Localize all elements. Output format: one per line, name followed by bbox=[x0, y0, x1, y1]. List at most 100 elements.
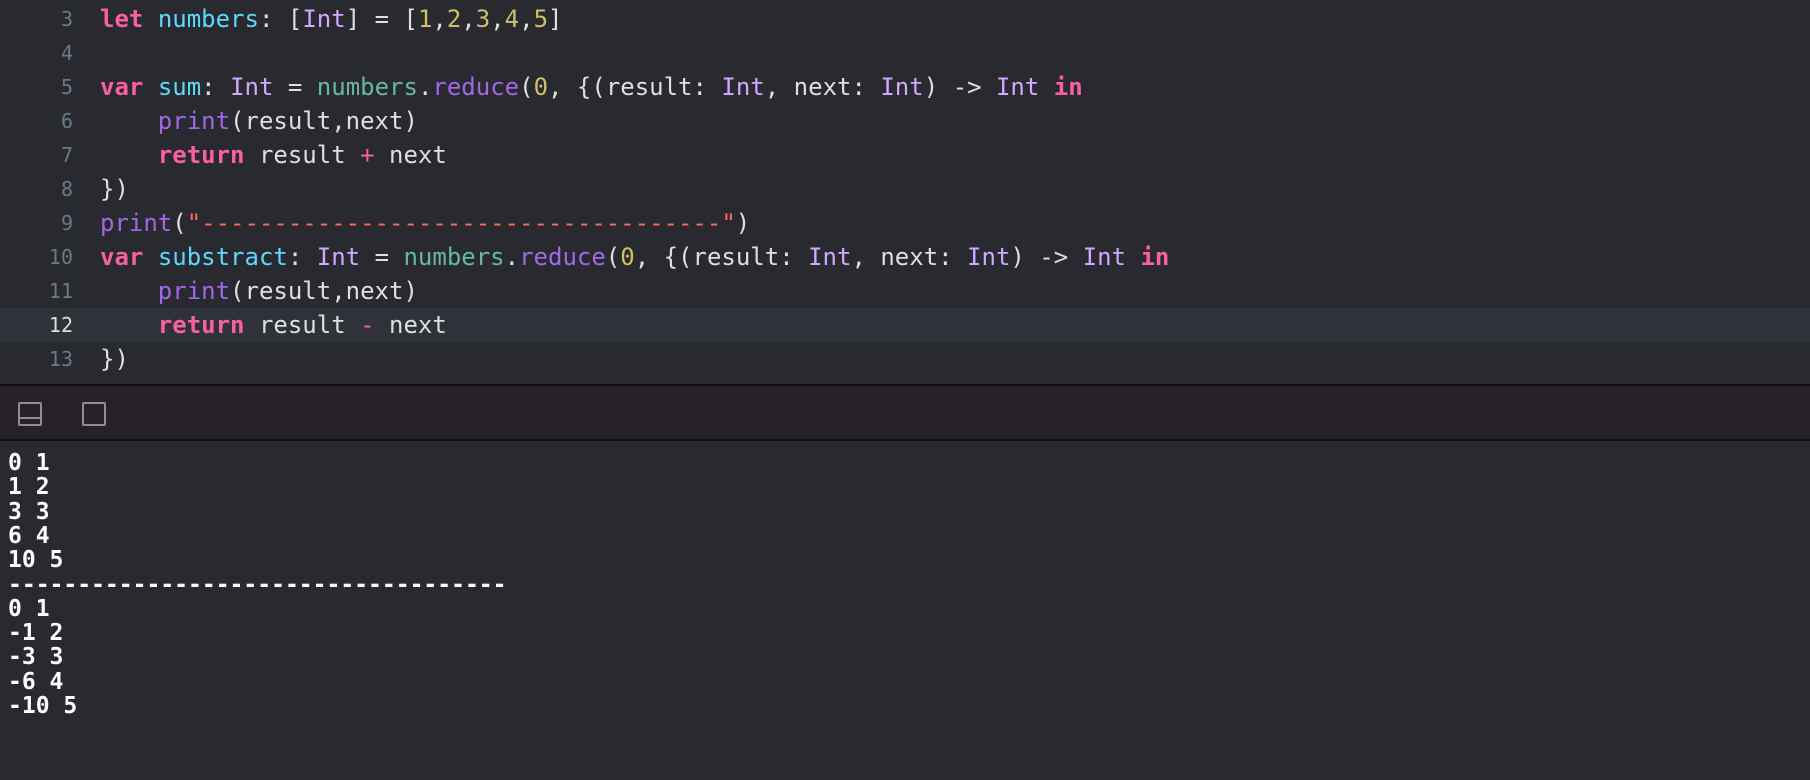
code-line[interactable]: 9 print("--------------------------------… bbox=[0, 206, 1810, 240]
code-token: "------------------------------------" bbox=[186, 209, 736, 237]
code-line[interactable]: 6 print(result,next) bbox=[0, 104, 1810, 138]
code-token: 0 bbox=[533, 73, 549, 101]
code-token: , next: bbox=[764, 73, 881, 101]
code-token: var bbox=[100, 73, 144, 101]
code-token: print bbox=[157, 277, 231, 305]
code-token: Int bbox=[808, 243, 852, 271]
line-number: 4 bbox=[60, 41, 73, 65]
code-text: let numbers: [Int] = [1,2,3,4,5] bbox=[100, 2, 562, 36]
code-token: return bbox=[157, 311, 245, 339]
debug-console-output[interactable]: 0 11 23 36 4 10 5 ------------------------… bbox=[0, 441, 1810, 780]
code-token: Int bbox=[721, 73, 765, 101]
line-number: 8 bbox=[60, 177, 73, 201]
code-line[interactable]: 4 bbox=[0, 36, 1810, 70]
code-token: 1 bbox=[417, 5, 433, 33]
code-token: = bbox=[360, 243, 404, 271]
code-text: }) bbox=[100, 342, 129, 376]
code-token: substract bbox=[157, 243, 288, 271]
code-token: 0 bbox=[620, 243, 635, 271]
code-token: (result,next) bbox=[230, 107, 418, 135]
code-token: Int bbox=[995, 73, 1040, 101]
line-number: 5 bbox=[60, 75, 73, 99]
console-line: ------------------------------------ bbox=[8, 571, 507, 598]
code-editor[interactable]: 3 let numbers: [Int] = [1,2,3,4,5] 4 5 var s… bbox=[0, 0, 1810, 384]
code-token: Int bbox=[316, 243, 361, 271]
line-number: 10 bbox=[48, 245, 73, 269]
code-line[interactable]: 10 var substract: Int = numbers.reduce(0,… bbox=[0, 240, 1810, 274]
line-number: 12 bbox=[48, 313, 73, 337]
code-token: , bbox=[461, 5, 476, 33]
code-token: print bbox=[157, 107, 231, 135]
code-line[interactable]: 11 print(result,next) bbox=[0, 274, 1810, 308]
code-token: ] bbox=[548, 5, 563, 33]
code-line[interactable]: 7 return result + next bbox=[0, 138, 1810, 172]
code-text: print("---------------------------------… bbox=[100, 206, 750, 240]
line-number: 9 bbox=[60, 211, 73, 235]
code-token: reduce bbox=[519, 243, 606, 271]
code-token: Int bbox=[230, 73, 274, 101]
line-number: 3 bbox=[60, 7, 73, 31]
code-token: , bbox=[432, 5, 447, 33]
code-token: . bbox=[504, 243, 520, 271]
code-token: : bbox=[201, 73, 231, 101]
code-token: result bbox=[244, 311, 361, 339]
code-line[interactable]: 12 return result - next bbox=[0, 308, 1810, 342]
code-token: ( bbox=[519, 73, 534, 101]
code-token: sum bbox=[157, 73, 202, 101]
code-line[interactable]: 5 var sum: Int = numbers.reduce(0, {(resu… bbox=[0, 70, 1810, 104]
code-token: , next: bbox=[851, 243, 968, 271]
code-token: print bbox=[100, 209, 173, 237]
code-token: in bbox=[1053, 73, 1083, 101]
code-token: }) bbox=[100, 345, 129, 373]
code-token: ( bbox=[605, 243, 621, 271]
debug-console-toolbar bbox=[0, 384, 1810, 441]
code-token: var bbox=[100, 243, 144, 271]
console-line: -10 5 bbox=[8, 693, 78, 719]
code-line[interactable]: 13}) bbox=[0, 342, 1810, 376]
code-token: reduce bbox=[432, 73, 520, 101]
hide-debug-area-icon[interactable] bbox=[18, 402, 42, 426]
code-token: ] = [ bbox=[345, 5, 418, 33]
code-token: , {(result: bbox=[634, 243, 809, 271]
code-token: }) bbox=[100, 175, 129, 203]
code-token: Int bbox=[880, 73, 924, 101]
code-text: return result - next bbox=[100, 308, 447, 342]
code-token: : [ bbox=[258, 5, 303, 33]
line-number: 13 bbox=[48, 347, 73, 371]
code-token: ( bbox=[172, 209, 187, 237]
code-text: var substract: Int = numbers.reduce(0, {… bbox=[100, 240, 1169, 274]
code-token: Int bbox=[967, 243, 1011, 271]
code-token: , bbox=[490, 5, 505, 33]
code-token: ) -> bbox=[1010, 243, 1083, 271]
code-token: , bbox=[519, 5, 534, 33]
code-token: in bbox=[1140, 243, 1170, 271]
code-token: numbers bbox=[316, 73, 418, 101]
code-token: ) -> bbox=[923, 73, 996, 101]
code-token: result bbox=[244, 141, 361, 169]
code-line[interactable]: 3 let numbers: [Int] = [1,2,3,4,5] bbox=[0, 2, 1810, 36]
code-token: 4 bbox=[504, 5, 520, 33]
code-token: Int bbox=[1082, 243, 1127, 271]
code-token: Int bbox=[302, 5, 346, 33]
code-token: = bbox=[273, 73, 317, 101]
code-token: + bbox=[360, 141, 375, 169]
code-text: var sum: Int = numbers.reduce(0, {(resul… bbox=[100, 70, 1083, 104]
split-view-icon[interactable] bbox=[82, 402, 106, 426]
code-text: print(result,next) bbox=[100, 104, 418, 138]
code-token: (result,next) bbox=[230, 277, 418, 305]
code-line[interactable]: 8}) bbox=[0, 172, 1810, 206]
code-text: return result + next bbox=[100, 138, 447, 172]
line-number: 7 bbox=[60, 143, 73, 167]
code-token: : bbox=[287, 243, 317, 271]
code-token: numbers bbox=[403, 243, 505, 271]
code-token: next bbox=[374, 311, 447, 339]
line-number: 11 bbox=[48, 279, 73, 303]
code-token: 3 bbox=[475, 5, 491, 33]
